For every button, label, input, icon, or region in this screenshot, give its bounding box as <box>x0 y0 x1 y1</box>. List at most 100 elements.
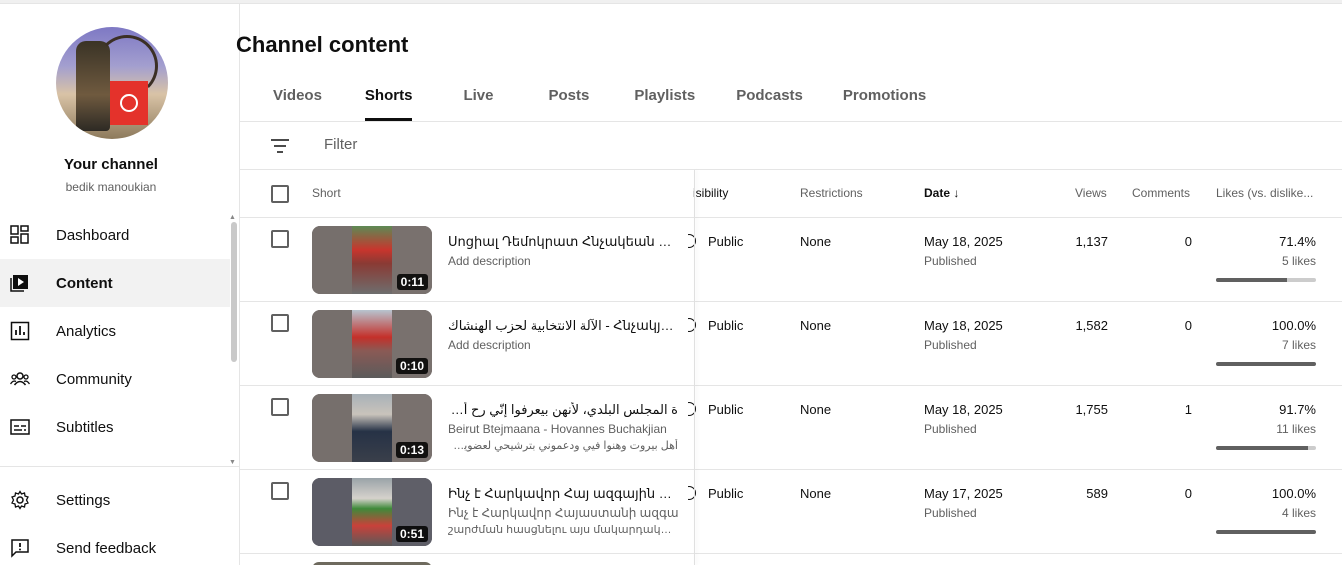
short-title[interactable]: الآلة الانتخابية لحزب الهنشاك - Հնչակյան… <box>448 318 678 334</box>
views-value: 1,137 <box>1075 234 1108 249</box>
gear-icon <box>10 490 30 510</box>
sidebar-item-feedback[interactable]: Send feedback <box>0 524 230 565</box>
visibility-icon <box>688 318 698 332</box>
sidebar-item-settings[interactable]: Settings <box>0 476 230 524</box>
short-thumbnail[interactable]: 0:13 <box>312 394 432 462</box>
row-checkbox[interactable] <box>271 314 289 332</box>
likes-ratio-bar <box>1216 362 1316 366</box>
tab-posts[interactable]: Posts <box>548 76 589 122</box>
short-thumbnail[interactable]: 0:11 <box>312 226 432 294</box>
short-description[interactable]: Beirut Btejmaana - Hovannes Buchakjian <box>448 422 678 436</box>
likes-ratio-fill <box>1216 362 1316 366</box>
sidebar-nav: Dashboard Content Analytics Community Su… <box>0 211 230 451</box>
filter-bar <box>240 122 1342 170</box>
visibility-value[interactable]: Public <box>708 234 743 249</box>
sidebar-item-label: Settings <box>56 491 111 509</box>
date-value: May 18, 2025 <box>924 234 1003 249</box>
table-row[interactable]: 0:11 Սոցիալ Դեմոկրատ Հնչակեան կուս... Ad… <box>240 218 1342 302</box>
tab-shorts[interactable]: Shorts <box>364 76 412 122</box>
column-likes[interactable]: Likes (vs. dislike... <box>1216 186 1313 200</box>
short-description[interactable]: Add description <box>448 338 678 352</box>
channel-avatar[interactable] <box>56 27 168 139</box>
duration-badge: 0:11 <box>396 274 428 290</box>
content-icon <box>10 273 30 293</box>
comments-value[interactable]: 0 <box>1185 234 1192 249</box>
sidebar: Your channel bedik manoukian Dashboard C… <box>0 4 240 565</box>
sidebar-item-dashboard[interactable]: Dashboard <box>0 211 230 259</box>
community-icon <box>9 369 31 389</box>
tab-playlists[interactable]: Playlists <box>634 76 695 122</box>
comments-value[interactable]: 0 <box>1185 486 1192 501</box>
sidebar-item-label: Subtitles <box>56 418 114 436</box>
sidebar-item-analytics[interactable]: Analytics <box>0 307 230 355</box>
visibility-value[interactable]: Public <box>708 318 743 333</box>
sidebar-item-community[interactable]: Community <box>0 355 230 403</box>
channel-title: Your channel <box>64 156 158 173</box>
sidebar-item-label: Analytics <box>56 322 117 340</box>
likes-percent: 71.4% <box>1279 234 1316 249</box>
main-content: Channel content Videos Shorts Live Posts… <box>236 4 1342 565</box>
likes-percent: 100.0% <box>1271 318 1316 333</box>
table-row[interactable]: 0:51 Ինչ է Հարկավոր Հայ ազգային շարժ... … <box>240 470 1342 554</box>
column-short: Short <box>312 186 341 200</box>
select-all-checkbox[interactable] <box>271 185 289 203</box>
column-date[interactable]: Date ↓ <box>924 186 959 200</box>
visibility-icon <box>688 402 698 416</box>
row-checkbox[interactable] <box>271 482 289 500</box>
column-restrictions[interactable]: Restrictions <box>800 186 863 200</box>
restrictions-value: None <box>800 486 832 501</box>
short-thumbnail[interactable]: 0:51 <box>312 478 432 546</box>
short-description-line2[interactable]: أهل بيروت وهنوا فيي ودعموني بترشيحي لعضو… <box>448 439 678 452</box>
table-row[interactable]: 0:10 الآلة الانتخابية لحزب الهنشاك - Հնչ… <box>240 302 1342 386</box>
visibility-value[interactable]: Public <box>708 402 743 417</box>
publish-status: Published <box>924 338 977 352</box>
likes-count: 7 likes <box>1281 338 1316 352</box>
tab-videos[interactable]: Videos <box>273 76 322 122</box>
filter-icon[interactable] <box>270 138 290 154</box>
sort-down-icon: ↓ <box>953 186 960 200</box>
visibility-icon <box>688 234 698 248</box>
likes-ratio-bar <box>1216 278 1316 282</box>
views-value: 1,755 <box>1075 402 1108 417</box>
sidebar-item-content[interactable]: Content <box>0 259 230 307</box>
table-row[interactable]: 0:13 ة المجلس البلدي، لأنهن بيعرفوا إنّي… <box>240 386 1342 470</box>
subtitles-icon <box>10 417 30 437</box>
column-comments[interactable]: Comments <box>1132 186 1190 200</box>
restrictions-value: None <box>800 234 832 249</box>
likes-ratio-fill <box>1216 278 1288 282</box>
tab-promotions[interactable]: Promotions <box>843 76 926 122</box>
publish-status: Published <box>924 422 977 436</box>
sidebar-scrollbar[interactable] <box>231 222 237 362</box>
channel-handle: bedik manoukian <box>65 180 157 194</box>
analytics-icon <box>10 321 30 341</box>
short-thumbnail[interactable]: 0:10 <box>312 310 432 378</box>
scroll-up-arrow[interactable]: ▲ <box>229 214 236 221</box>
comments-value[interactable]: 1 <box>1185 402 1192 417</box>
likes-percent: 100.0% <box>1271 486 1316 501</box>
filter-input[interactable] <box>324 136 624 153</box>
comments-value[interactable]: 0 <box>1185 318 1192 333</box>
short-description[interactable]: Add description <box>448 254 678 268</box>
tab-live[interactable]: Live <box>463 76 493 122</box>
row-checkbox[interactable] <box>271 230 289 248</box>
publish-status: Published <box>924 254 977 268</box>
visibility-value[interactable]: Public <box>708 486 743 501</box>
avatar-flag-logo <box>110 81 148 125</box>
duration-badge: 0:10 <box>395 358 428 374</box>
sticky-column-divider <box>694 170 695 565</box>
page-title: Channel content <box>236 32 409 57</box>
short-title[interactable]: Ինչ է Հարկավոր Հայ ազգային շարժ... <box>448 486 678 502</box>
row-checkbox[interactable] <box>271 398 289 416</box>
short-title[interactable]: ة المجلس البلدي، لأنهن بيعرفوا إنّي رح أ… <box>448 402 678 418</box>
visibility-icon <box>688 486 698 500</box>
sidebar-item-label: Send feedback <box>56 539 157 557</box>
likes-count: 5 likes <box>1281 254 1316 268</box>
scroll-down-arrow[interactable]: ▼ <box>229 459 236 466</box>
short-title[interactable]: Սոցիալ Դեմոկրատ Հնչակեան կուս... <box>448 234 678 250</box>
column-views[interactable]: Views <box>1075 186 1107 200</box>
short-description-line2[interactable]: շարժման հասցնելու այս մակարդակին... <box>448 523 678 536</box>
column-visibility[interactable]: isibility <box>693 186 728 200</box>
sidebar-item-subtitles[interactable]: Subtitles <box>0 403 230 451</box>
tab-podcasts[interactable]: Podcasts <box>736 76 803 122</box>
short-description[interactable]: Ինչ է Հարկավոր Հայաստանի ազգային <box>448 506 678 520</box>
